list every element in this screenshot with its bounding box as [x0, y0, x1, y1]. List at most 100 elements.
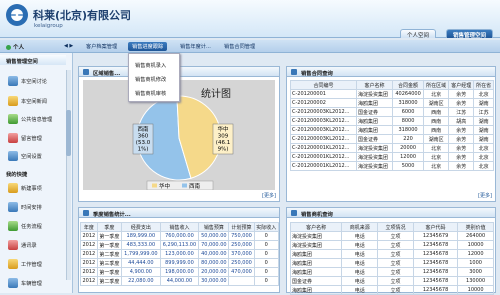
opportunity-column-header[interactable]: 客户代码: [412, 222, 459, 232]
season-cell: 2012: [80, 249, 98, 259]
vehicle-icon: [8, 278, 18, 288]
opportunity-cell: 海淀投资集团: [289, 240, 343, 250]
season-row[interactable]: 2012 第一季度 4,900.00 198,000.00 20,000.00 470,0…: [80, 267, 280, 277]
sidebar-item-space-settings[interactable]: 空间设置: [8, 149, 42, 163]
season-column-header[interactable]: 销售收入: [159, 222, 200, 232]
nav-sales-annual-plan[interactable]: 销售年度计...: [176, 42, 215, 51]
opportunity-row[interactable]: 海淀投资集团 电话 立项 12345679 264000: [289, 231, 494, 241]
contract-cell: C-201200001KL2012...: [290, 161, 357, 171]
opportunity-cell: 国金证券: [289, 276, 343, 286]
tab-personal-space[interactable]: 个人空间: [400, 29, 437, 39]
contract-column-header[interactable]: 所在省: [473, 80, 494, 90]
season-cell: 0: [253, 267, 280, 277]
nav-sales-contract[interactable]: 销售合同管理: [220, 42, 259, 51]
opportunity-column-header[interactable]: 客户名称: [289, 222, 343, 232]
season-cell: 第一季度: [96, 231, 123, 241]
opportunity-row[interactable]: 海鸥集团 电话 立项 12345678 12000: [289, 249, 494, 259]
news-icon: [8, 96, 18, 106]
contract-cell: C-201200001: [290, 89, 357, 99]
opportunity-row[interactable]: 国金证券 电话 立项 12345678 130000: [289, 276, 494, 286]
contract-row[interactable]: C-201200003KL2012... 海鸥集团 318000 西南 余芳 湖南: [290, 125, 494, 135]
contract-cell: 北京: [423, 143, 450, 153]
nav-sales-progress[interactable]: 销售进度跟踪: [128, 42, 168, 51]
season-row[interactable]: 2012 第三季度 44,444.00 899,999.00 80,000.00 250,…: [80, 258, 280, 268]
menu-item-opportunity-review[interactable]: 销售商机审核: [135, 90, 166, 97]
user-toggle[interactable]: 个人: [6, 43, 24, 51]
contract-cell: 海淀投资集团: [355, 161, 394, 171]
season-cell: 50,000.00: [198, 231, 230, 241]
contract-cell: 北京: [423, 89, 450, 99]
season-cell: 第二季度: [96, 276, 123, 286]
contract-column-header[interactable]: 客户名称: [355, 80, 394, 90]
sidebar-item-contacts[interactable]: 通讯录: [8, 238, 37, 252]
sidebar-item-work[interactable]: 工作管理: [8, 257, 42, 271]
nav-customer-archive[interactable]: 客户档案管理: [82, 42, 121, 51]
contract-cell: 国金证券: [355, 134, 394, 144]
season-column-header[interactable]: 年度: [80, 222, 98, 232]
opportunity-row[interactable]: 海鸥集团 电话 立项 12345678 1000: [289, 258, 494, 268]
contract-column-header[interactable]: 合同金额: [392, 80, 425, 90]
season-row[interactable]: 2012 第二季度 22,080.00 44,000.00 30,000.00 0: [80, 276, 280, 286]
contract-cell: C-201200003KL2012...: [290, 107, 357, 117]
contract-cell: 西南: [423, 107, 450, 117]
season-column-header[interactable]: 销售预算: [198, 222, 230, 232]
public-info-icon: [8, 114, 18, 124]
season-cell: 30,000.00: [198, 276, 230, 286]
sidebar-item-vehicles[interactable]: 车辆管理: [8, 276, 42, 290]
message-icon: [8, 133, 18, 143]
contract-cell: C-201200001KL2012...: [290, 143, 357, 153]
sidebar-item-new-event[interactable]: 新建事项: [8, 181, 42, 195]
opportunity-row[interactable]: 海鸥集团 电话 立项 12345678 3000: [289, 267, 494, 277]
pie-data-label: 360: [138, 134, 149, 140]
legend-label: 华中: [159, 182, 170, 190]
contract-more-link[interactable]: [更多]: [478, 192, 492, 199]
season-cell: 20,000.00: [198, 267, 230, 277]
season-column-header[interactable]: 计划预算: [228, 222, 255, 232]
sidebar-item-public-info[interactable]: 公共信息管理: [8, 112, 52, 126]
opportunity-cell: 海鸥集团: [289, 267, 343, 277]
tab-sales-management[interactable]: 销售管理空间: [446, 29, 494, 39]
opportunity-row[interactable]: 海鸥集团 电话 立项 12345678 10000: [289, 285, 494, 295]
opportunity-row[interactable]: 海淀投资集团 电话 立项 12345678 10000: [289, 240, 494, 250]
collapse-arrows-icon[interactable]: ◀ ▶: [64, 43, 73, 49]
contract-row[interactable]: C-201200001KL2012... 海淀投资集团 12000 北京 余芳 北京: [290, 152, 494, 162]
season-column-header[interactable]: 经费支出: [121, 222, 161, 232]
season-column-header[interactable]: 实际收入: [253, 222, 280, 232]
season-cell: [228, 276, 255, 286]
contract-row[interactable]: C-201200003KL2012... 海鸥集团 8000 西南 胡高 湖南: [290, 116, 494, 126]
sidebar-scrollbar[interactable]: [66, 70, 71, 280]
season-row[interactable]: 2012 第一季度 483,333.00 6,290,113.00 70,000.00 2…: [80, 240, 280, 250]
contract-row[interactable]: C-201200001KL2012... 海淀投资集团 5000 北京 余芳 北京: [290, 161, 494, 171]
contract-cell: 湖南: [473, 116, 494, 126]
sidebar-item-news[interactable]: 本空间新闻: [8, 94, 47, 108]
season-row[interactable]: 2012 第一季度 189,999.00 760,000.00 50,000.00 750…: [80, 231, 280, 241]
pie-data-label: (46.1: [216, 140, 230, 146]
sidebar-item-messages[interactable]: 留言管理: [8, 131, 42, 145]
opportunity-query-title: 销售商机查询: [287, 208, 495, 218]
contract-cell: 220: [392, 134, 425, 144]
opportunity-column-header[interactable]: 立项情况: [377, 222, 414, 232]
contract-column-header[interactable]: 所在区域: [423, 80, 450, 90]
opportunity-column-header[interactable]: 类别价值: [457, 222, 494, 232]
sidebar-item-discussion[interactable]: 本空间讨论: [8, 74, 47, 88]
season-row[interactable]: 2012 第二季度 1,799,999.00 123,000.00 40,000.00 3…: [80, 249, 280, 259]
contract-row[interactable]: C-201200001KL2012... 海淀投资集团 20000 北京 余芳 北京: [290, 143, 494, 153]
contract-column-header[interactable]: 客户经理: [448, 80, 475, 90]
region-sales-more-link[interactable]: [更多]: [262, 192, 276, 199]
opportunity-column-header[interactable]: 商机来源: [341, 222, 379, 232]
contract-row[interactable]: C-201200001 海淀投资集团 40264000 北京 余芳 北京: [290, 89, 494, 99]
sidebar-scrollbar-thumb[interactable]: [66, 110, 71, 156]
menu-item-opportunity-entry[interactable]: 销售商机录入: [135, 62, 166, 69]
contract-row[interactable]: C-201200003KL2012... 国金证券 220 湖南区 余芳 湖南: [290, 134, 494, 144]
opportunity-cell: 电话: [341, 231, 379, 241]
sidebar-item-schedule[interactable]: 时间安排: [8, 200, 42, 214]
sidebar-item-workflow[interactable]: 任务流程: [8, 219, 42, 233]
season-cell: 70,000.00: [198, 240, 230, 250]
menu-item-opportunity-edit[interactable]: 销售商机修改: [135, 76, 166, 83]
contract-row[interactable]: C-201200002 海鸥集团 318000 湖南区 余芳 湖南: [290, 98, 494, 108]
season-cell: 第一季度: [96, 240, 123, 250]
season-column-header[interactable]: 季度: [96, 222, 123, 232]
contract-row[interactable]: C-201200003KL2012... 国金证券 6000 西南 江苏 江苏: [290, 107, 494, 117]
legend-label: 西南: [189, 182, 201, 190]
contract-column-header[interactable]: 合同编号: [290, 80, 357, 90]
